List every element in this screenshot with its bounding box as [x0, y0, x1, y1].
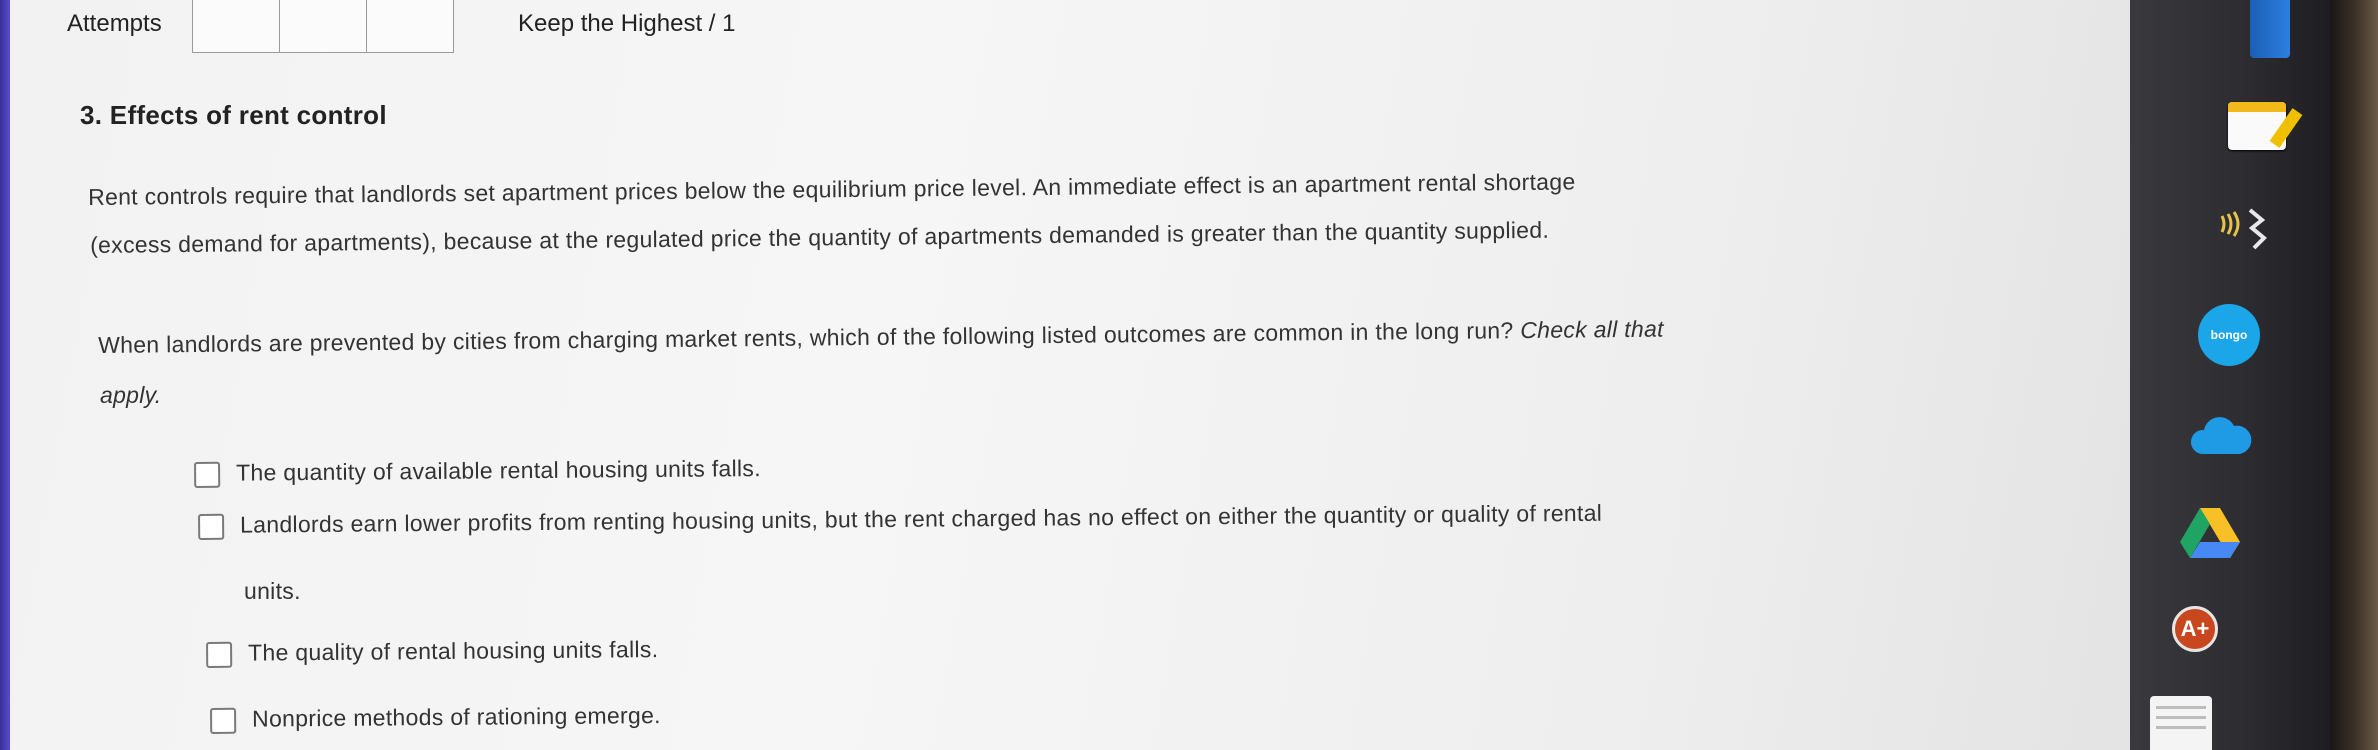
sound-icon[interactable]: [2216, 202, 2272, 254]
assignment-page: Attempts Keep the Highest / 1 3. Effects…: [10, 0, 2190, 750]
option-4-checkbox[interactable]: [210, 707, 237, 734]
bongo-icon[interactable]: bongo: [2198, 304, 2260, 366]
bongo-label: bongo: [2210, 328, 2248, 342]
notes-icon[interactable]: [2228, 102, 2303, 150]
intro-text-line2: (excess demand for apartments), because …: [90, 216, 1550, 258]
attempt-box: [192, 0, 280, 53]
prompt-instruction: Check all that: [1520, 315, 1664, 344]
option-3-label: The quality of rental housing units fall…: [247, 636, 659, 666]
book-icon[interactable]: [2250, 0, 2290, 58]
option-1-label: The quantity of available rental housing…: [235, 455, 761, 486]
aplus-label: A+: [2180, 616, 2210, 641]
page-icon[interactable]: [2150, 696, 2212, 750]
drive-icon[interactable]: [2180, 506, 2240, 558]
option-4-label: Nonprice methods of rationing emerge.: [251, 702, 661, 732]
option-3[interactable]: The quality of rental housing units fall…: [206, 636, 658, 668]
option-4[interactable]: Nonprice methods of rationing emerge.: [210, 702, 661, 734]
intro-text-line1: Rent controls require that landlords set…: [88, 168, 1576, 210]
desktop-edge-right: [2330, 0, 2378, 750]
option-2-label: Landlords earn lower profits from rentin…: [239, 499, 1603, 538]
attempt-box: [279, 0, 367, 53]
desktop-edge-left: [0, 0, 10, 750]
attempts-boxes: [192, 0, 454, 53]
aplus-icon[interactable]: A+: [2172, 606, 2218, 652]
attempt-box: [366, 0, 454, 53]
grading-policy: Keep the Highest / 1: [518, 10, 736, 37]
option-2-checkbox[interactable]: [198, 513, 225, 540]
prompt-text: When landlords are prevented by cities f…: [98, 317, 1514, 358]
prompt-instruction-cont: apply.: [100, 382, 162, 408]
question-prompt: When landlords are prevented by cities f…: [98, 316, 1664, 360]
attempts-label: Attempts: [67, 10, 162, 37]
option-2[interactable]: Landlords earn lower profits from rentin…: [198, 500, 1602, 540]
cloud-icon[interactable]: [2188, 414, 2252, 456]
option-1[interactable]: The quantity of available rental housing…: [194, 455, 761, 488]
option-2-label-cont: units.: [244, 578, 301, 604]
question-title: 3. Effects of rent control: [80, 100, 387, 130]
option-3-checkbox[interactable]: [206, 641, 233, 668]
option-1-checkbox[interactable]: [194, 461, 221, 488]
